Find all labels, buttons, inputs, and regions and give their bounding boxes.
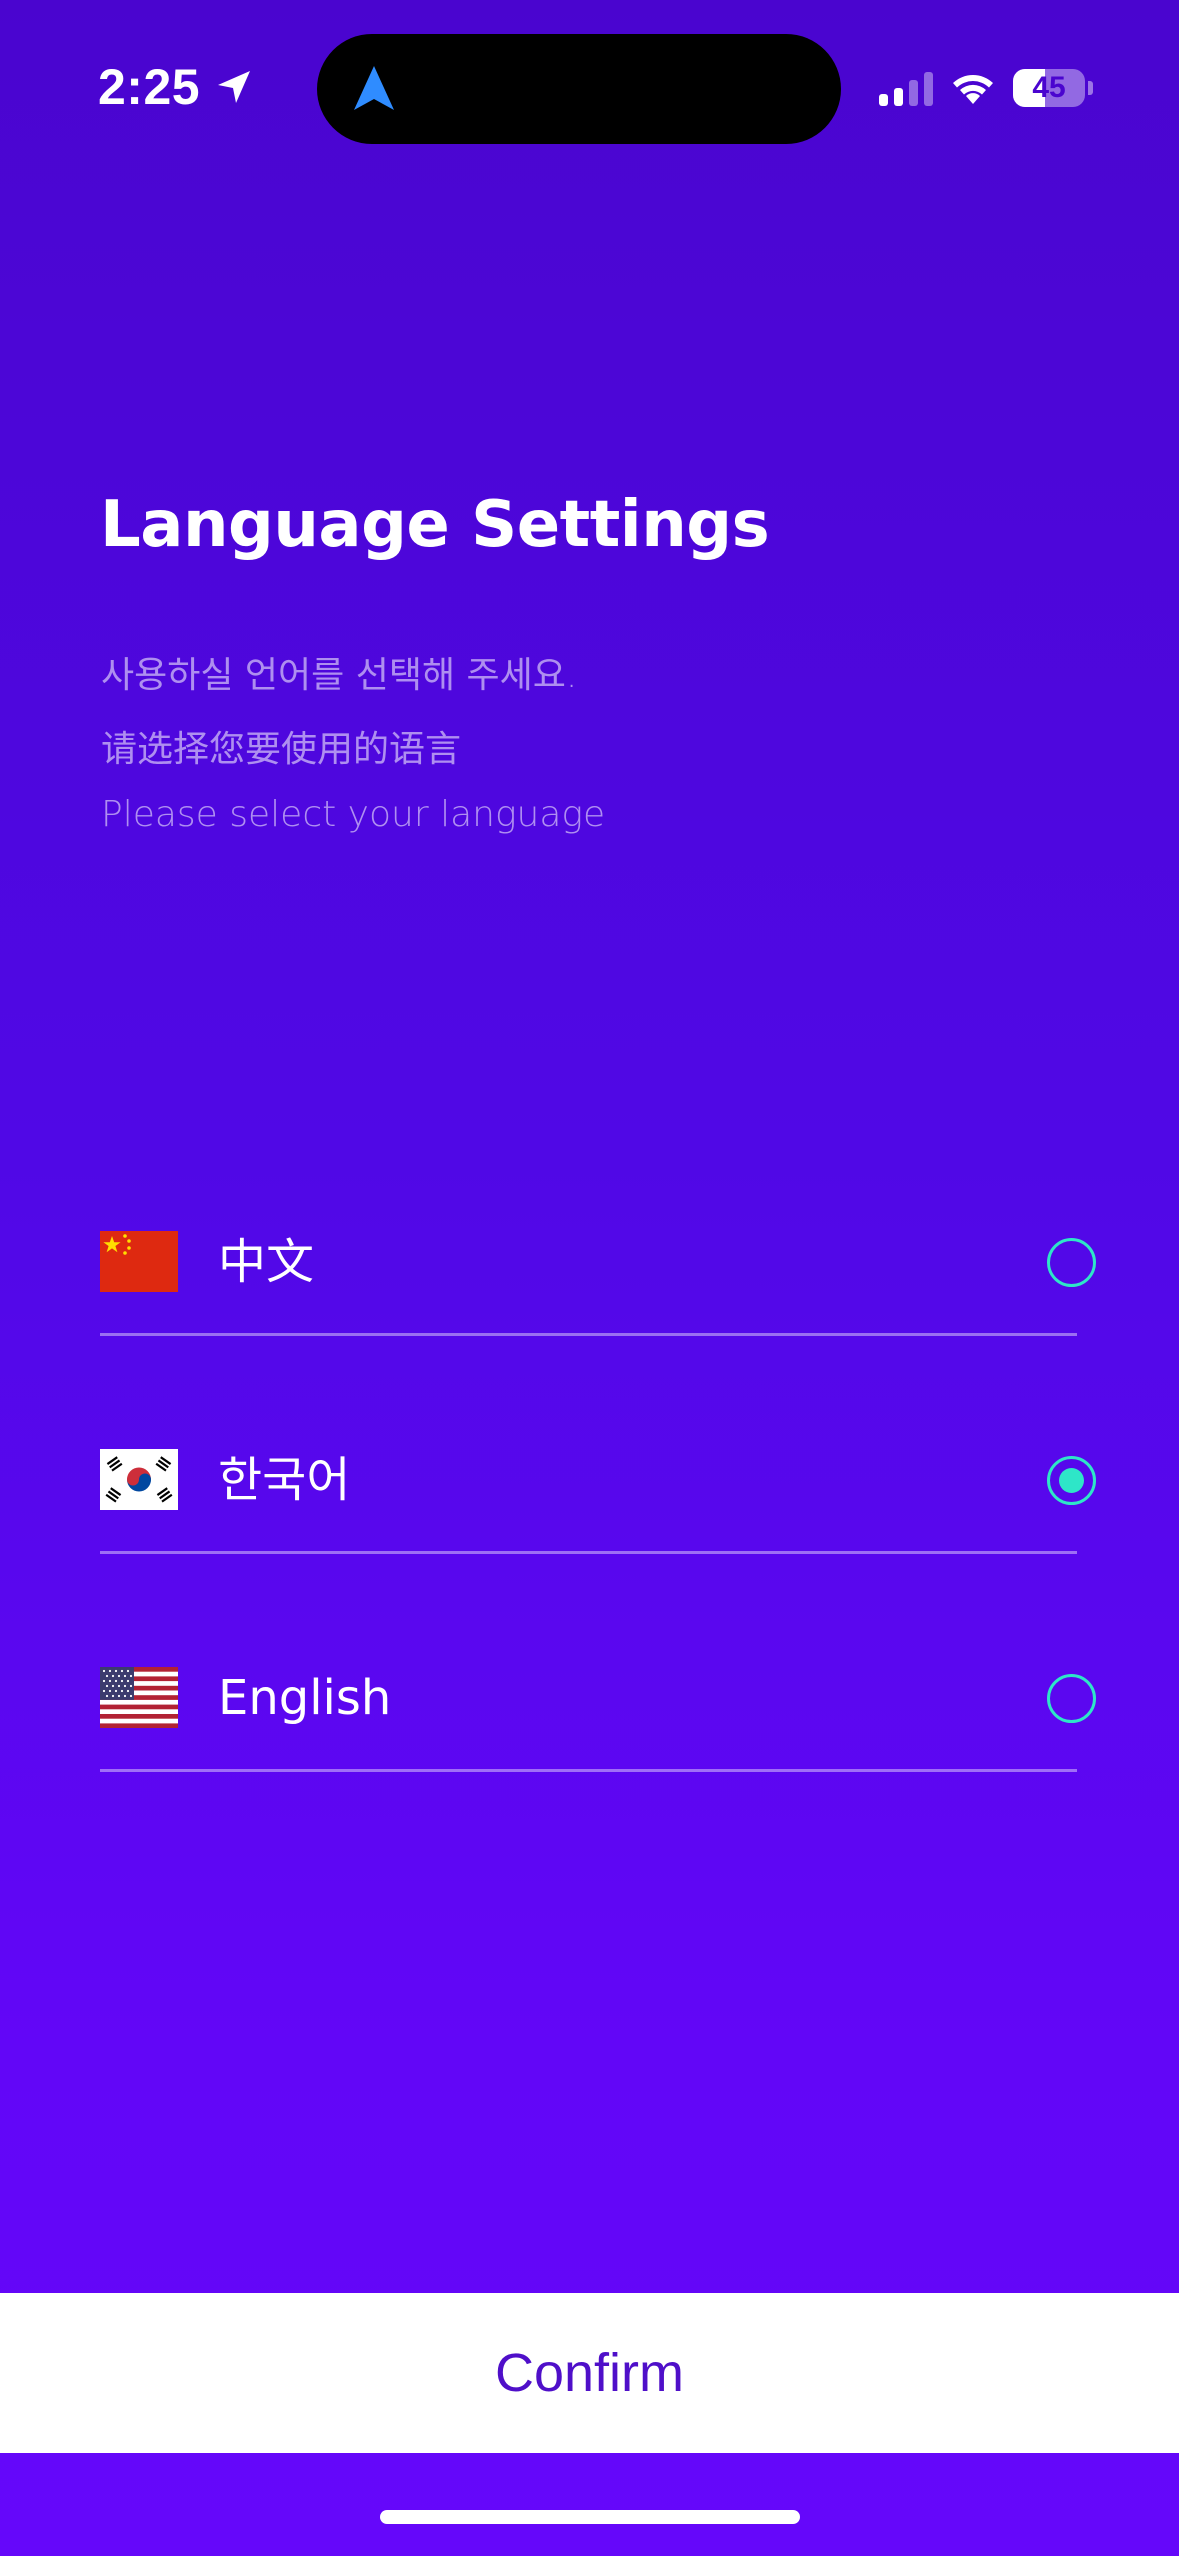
clock-time: 2:25 <box>98 59 201 115</box>
language-option-english[interactable]: English <box>100 1627 1102 1777</box>
usa-flag-icon <box>100 1667 178 1728</box>
dynamic-island[interactable] <box>317 34 841 144</box>
status-bar-time: 2:25 <box>98 52 254 122</box>
divider <box>100 1333 1077 1336</box>
subtitle-korean: 사용하실 언어를 선택해 주세요. <box>101 655 578 696</box>
divider <box>100 1551 1077 1554</box>
language-radio-button[interactable] <box>1047 1456 1096 1505</box>
radio-selected-dot <box>1059 1468 1084 1493</box>
wifi-icon <box>953 75 993 104</box>
language-label: English <box>218 1670 392 1726</box>
language-label: 中文 <box>218 1234 315 1290</box>
subtitle-chinese: 请选择您要使用的语言 <box>101 729 462 770</box>
china-flag-icon <box>100 1231 178 1292</box>
divider <box>100 1769 1077 1772</box>
language-radio-button[interactable] <box>1047 1238 1096 1287</box>
language-label: 한국어 <box>218 1452 351 1508</box>
battery-icon: 45 <box>1013 68 1093 108</box>
battery-percent: 45 <box>1032 71 1066 104</box>
language-option-korean[interactable]: 한국어 <box>100 1409 1102 1559</box>
status-bar-indicators: 45 <box>879 62 1093 114</box>
home-indicator[interactable] <box>380 2510 800 2524</box>
language-option-chinese[interactable]: 中文 <box>100 1191 1102 1341</box>
cellular-signal-icon <box>879 70 933 106</box>
navigation-arrow-icon <box>354 66 394 110</box>
page-title: Language Settings <box>100 488 770 562</box>
south-korea-flag-icon <box>100 1449 178 1510</box>
language-radio-button[interactable] <box>1047 1674 1096 1723</box>
location-arrow-icon <box>218 71 251 103</box>
subtitle-english: Please select your language <box>101 794 606 835</box>
confirm-button[interactable]: Confirm <box>0 2293 1179 2453</box>
